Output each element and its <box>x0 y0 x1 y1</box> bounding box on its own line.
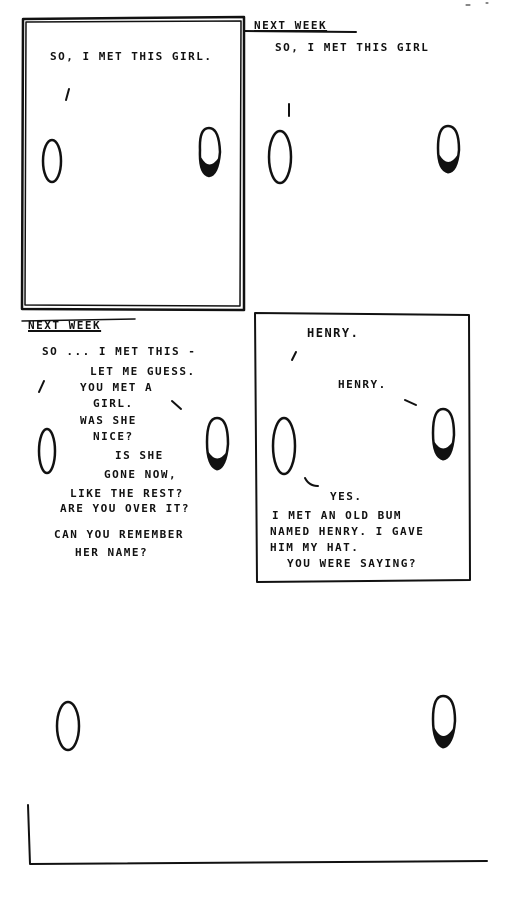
panel3-line7: Is she <box>115 449 164 462</box>
panel2-beard <box>438 154 459 174</box>
panel4-beard <box>433 441 454 461</box>
stray-mark <box>465 2 489 6</box>
panel4-tick-1 <box>291 351 297 361</box>
panel3-line8: gone now, <box>104 468 178 481</box>
panel5-frame <box>27 804 488 865</box>
panel3-tick-left <box>38 380 45 393</box>
panel4-line1: Henry. <box>307 326 360 340</box>
panel3-line3: You met a <box>80 381 154 394</box>
panel4-line7: You were saying? <box>287 557 417 570</box>
panel3-line11: Can you remember <box>54 528 184 541</box>
panel4-tick-3 <box>304 477 319 487</box>
panel3-caption: Next week <box>28 319 102 332</box>
panel3-line5: Was she <box>80 414 137 427</box>
panel1-dialogue: So, I met this girl. <box>50 50 213 63</box>
comic-ink-layer <box>20 2 489 865</box>
panel3-line10: Are you over it? <box>60 502 190 515</box>
panel4-line2: Henry. <box>338 378 387 391</box>
panel3-line4: girl. <box>93 397 134 410</box>
panel4-left-character <box>271 416 297 476</box>
panel3-line2: Let me guess. <box>90 365 196 378</box>
panel3-line1: So ... I met this - <box>42 345 197 358</box>
panel3-line9: like the rest? <box>70 487 184 500</box>
panel4-line3: Yes. <box>330 490 363 503</box>
panel3-line12: her name? <box>75 546 149 559</box>
panel4-line4: I met an old bum <box>272 509 402 522</box>
panel1-speech-tick <box>65 88 70 101</box>
panel3-beard <box>207 451 228 471</box>
panel4-line6: him my hat. <box>270 541 360 554</box>
panel3-line6: nice? <box>93 430 134 443</box>
panel3-left-character <box>37 427 57 475</box>
panel5-left-character <box>55 700 81 752</box>
panel2-dialogue: So, I met this girl <box>275 41 430 54</box>
panel2-caption: Next week <box>254 19 328 32</box>
panel4-tick-2 <box>404 399 417 406</box>
panel1-left-character <box>41 138 63 184</box>
panel2-left-character <box>267 129 293 185</box>
panel5-beard <box>433 727 455 749</box>
panel4-line5: named Henry. I gave <box>270 525 425 538</box>
panel3-tick-right <box>171 400 182 410</box>
